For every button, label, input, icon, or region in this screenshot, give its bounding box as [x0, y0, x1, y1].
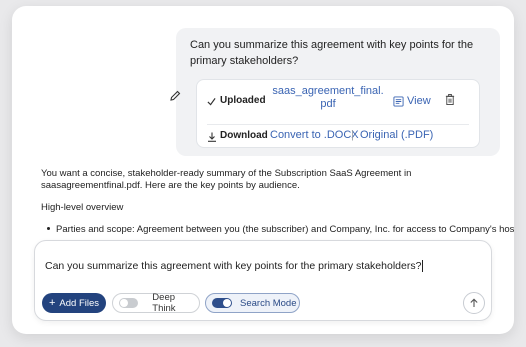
download-icon: [208, 132, 216, 142]
search-mode-toggle[interactable]: Search Mode: [205, 293, 300, 313]
deep-think-toggle[interactable]: Deep Think: [112, 292, 200, 314]
composer-input-value: Can you summarize this agreement with ke…: [45, 260, 422, 272]
add-files-label: Add Files: [59, 297, 100, 309]
original-pdf-link[interactable]: Original (.PDF): [360, 129, 433, 141]
send-button[interactable]: [463, 292, 485, 314]
arrow-up-icon: [470, 298, 478, 307]
convert-docx-link[interactable]: Convert to .DOCX: [270, 129, 359, 141]
assistant-bullet-item: Parties and scope: Agreement between you…: [47, 224, 514, 236]
assistant-paragraph-intro: You want a concise, stakeholder-ready su…: [41, 168, 412, 191]
chat-window: Can you summarize this agreement with ke…: [12, 6, 514, 334]
bullet-dot: [47, 226, 50, 230]
search-mode-switch[interactable]: [212, 298, 232, 308]
uploaded-label: Uploaded: [220, 95, 266, 106]
search-mode-label: Search Mode: [240, 297, 297, 309]
composer-input[interactable]: Can you summarize this agreement with ke…: [45, 260, 465, 273]
check-icon: [207, 98, 216, 106]
view-label: View: [407, 95, 431, 107]
attachment-card: Uploaded saas_agreement_final.pdf View D…: [196, 79, 480, 148]
pencil-icon[interactable]: [169, 90, 181, 102]
assistant-section-heading: High-level overview: [41, 202, 124, 213]
download-label: Download: [220, 130, 268, 141]
view-button[interactable]: View: [393, 93, 431, 109]
attachment-upload-row: Uploaded saas_agreement_final.pdf View: [197, 80, 479, 124]
plus-icon: +: [48, 297, 56, 309]
attachment-filename[interactable]: saas_agreement_final.pdf: [272, 85, 384, 111]
add-files-button[interactable]: + Add Files: [42, 293, 106, 313]
document-view-icon: [393, 95, 404, 107]
user-message-text: Can you summarize this agreement with ke…: [190, 39, 474, 67]
trash-icon[interactable]: [445, 94, 455, 105]
user-message-bubble: Can you summarize this agreement with ke…: [176, 28, 500, 156]
attachment-download-row: Download Convert to .DOCX | Original (.P…: [197, 125, 479, 149]
text-caret: [422, 260, 424, 273]
message-composer: Can you summarize this agreement with ke…: [34, 240, 492, 321]
link-separator: |: [351, 129, 354, 141]
bullet-text: Parties and scope: Agreement between you…: [56, 224, 514, 235]
deep-think-label: Deep Think: [152, 292, 176, 314]
deep-think-switch[interactable]: [119, 298, 139, 308]
